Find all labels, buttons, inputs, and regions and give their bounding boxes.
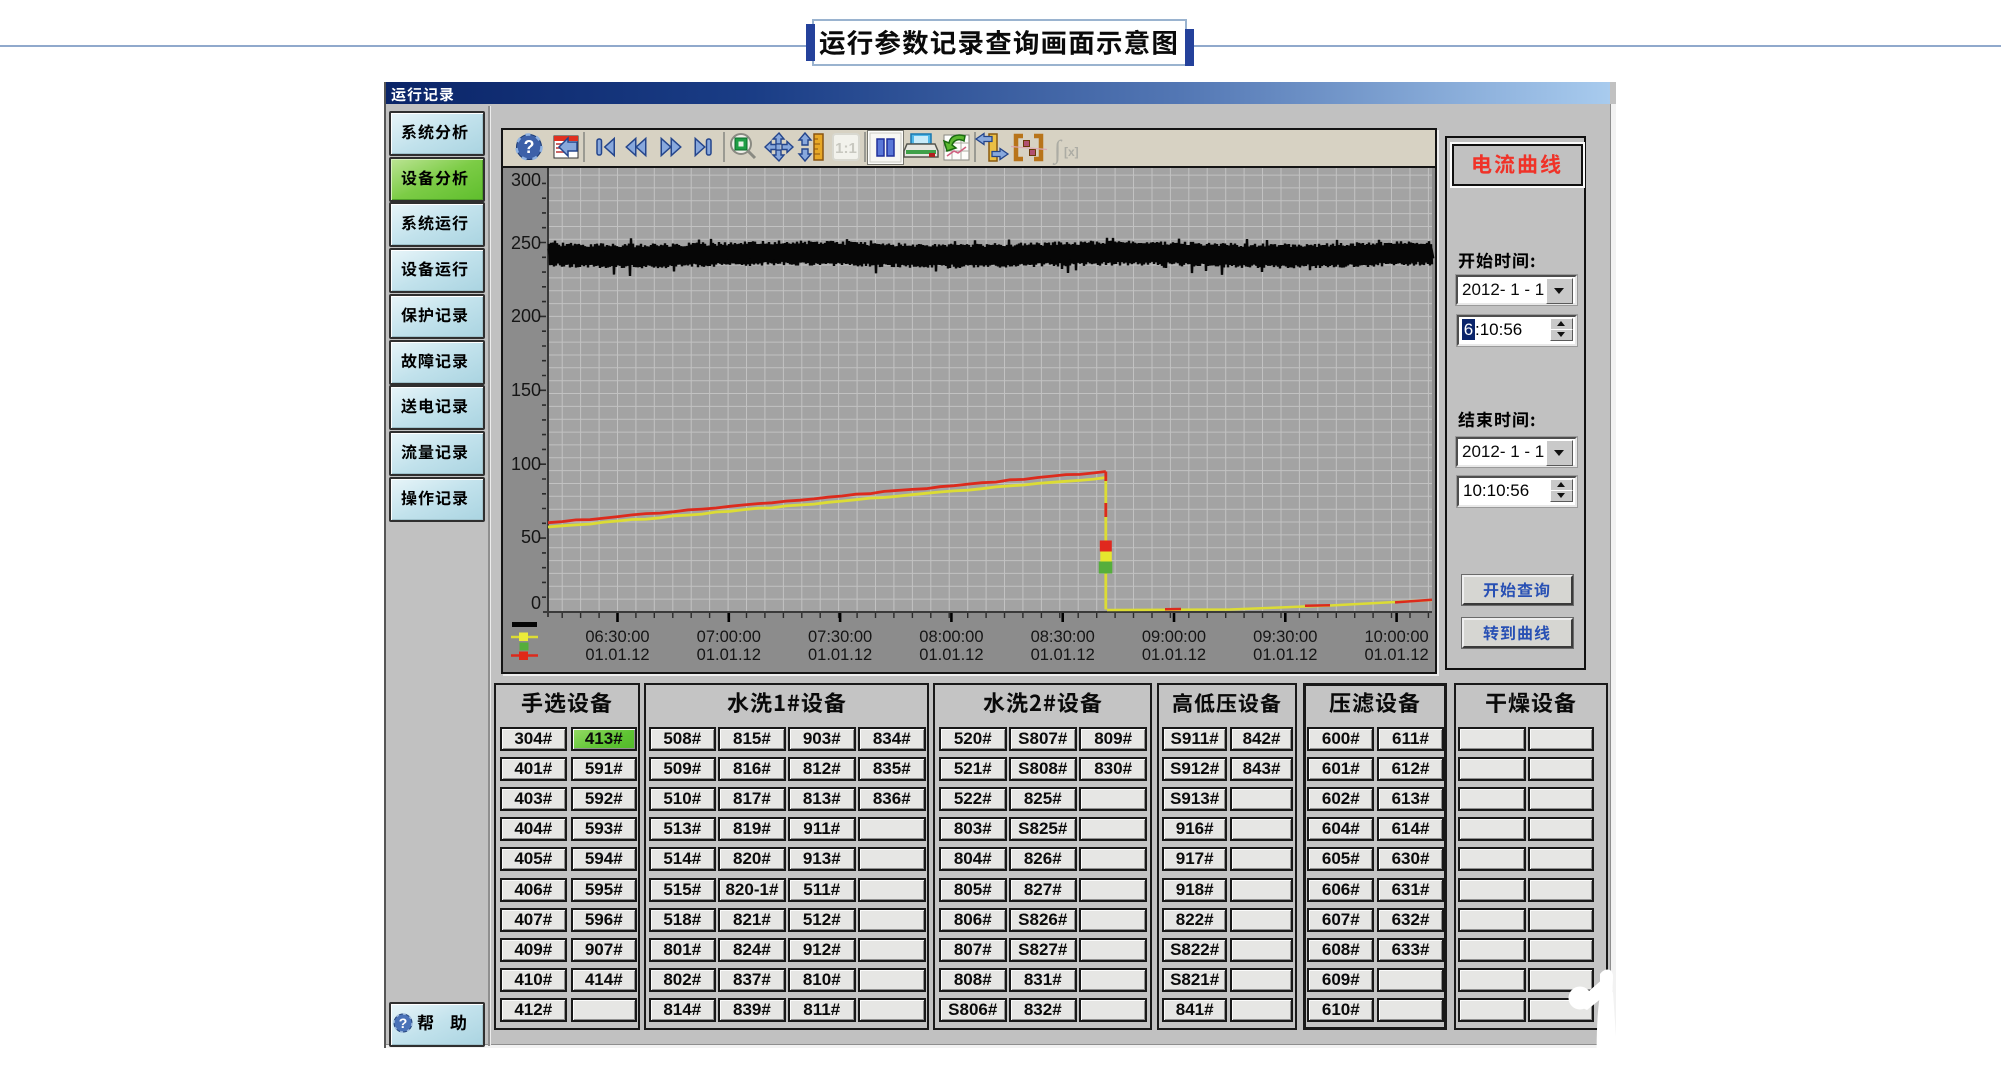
svg-text:01.01.12: 01.01.12 bbox=[585, 646, 649, 664]
svg-text:06:30:00: 06:30:00 bbox=[585, 628, 649, 646]
svg-text:01.01.12: 01.01.12 bbox=[808, 646, 872, 664]
svg-text:01.01.12: 01.01.12 bbox=[1031, 646, 1095, 664]
svg-text:10:00:00: 10:00:00 bbox=[1364, 628, 1428, 646]
svg-text:?: ? bbox=[399, 1015, 408, 1031]
svg-text:150: 150 bbox=[511, 380, 541, 400]
svg-text:∫: ∫ bbox=[1052, 135, 1063, 165]
svg-text:09:30:00: 09:30:00 bbox=[1253, 628, 1317, 646]
svg-text:200: 200 bbox=[511, 306, 541, 326]
svg-text:?: ? bbox=[524, 137, 535, 157]
svg-text:01.01.12: 01.01.12 bbox=[1142, 646, 1206, 664]
svg-text:01.01.12: 01.01.12 bbox=[919, 646, 983, 664]
svg-text:50: 50 bbox=[521, 527, 541, 547]
svg-text:09:00:00: 09:00:00 bbox=[1142, 628, 1206, 646]
svg-text:01.01.12: 01.01.12 bbox=[1253, 646, 1317, 664]
svg-text:250: 250 bbox=[511, 233, 541, 253]
svg-text:01.01.12: 01.01.12 bbox=[697, 646, 761, 664]
svg-text:07:30:00: 07:30:00 bbox=[808, 628, 872, 646]
svg-text:07:00:00: 07:00:00 bbox=[697, 628, 761, 646]
svg-text:100: 100 bbox=[511, 454, 541, 474]
svg-text:0: 0 bbox=[531, 593, 541, 613]
svg-text:300: 300 bbox=[511, 170, 541, 190]
svg-text:08:00:00: 08:00:00 bbox=[919, 628, 983, 646]
svg-text:08:30:00: 08:30:00 bbox=[1031, 628, 1095, 646]
svg-text:[x]: [x] bbox=[1064, 145, 1079, 159]
svg-text:1:1: 1:1 bbox=[835, 140, 857, 157]
svg-text:01.01.12: 01.01.12 bbox=[1364, 646, 1428, 664]
